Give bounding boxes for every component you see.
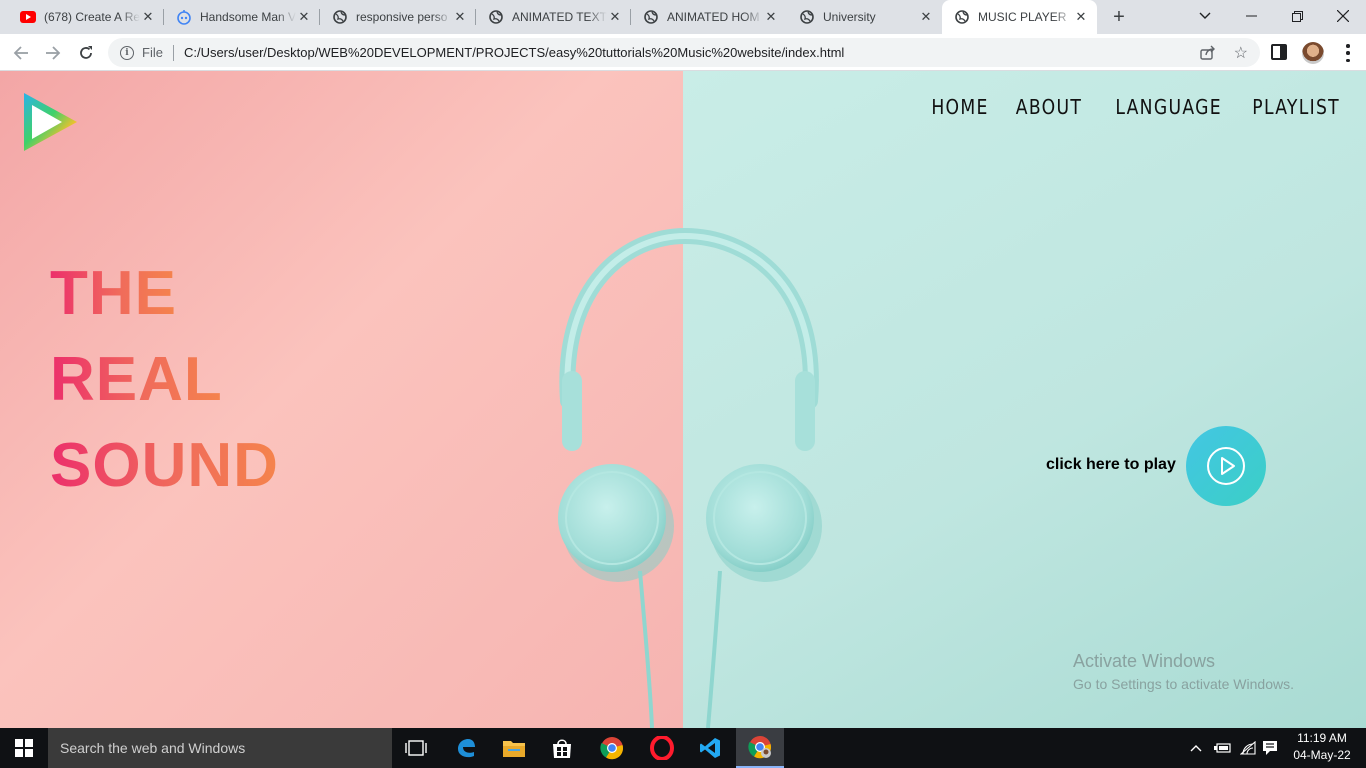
- globe-icon: [799, 9, 815, 25]
- tab-youtube[interactable]: (678) Create A Re ✕: [8, 0, 164, 34]
- battery-icon[interactable]: [1214, 728, 1232, 768]
- close-icon[interactable]: ✕: [607, 9, 623, 25]
- tab-title: University: [823, 10, 876, 24]
- start-button[interactable]: [0, 728, 48, 768]
- close-icon[interactable]: ✕: [1073, 9, 1089, 25]
- taskbar-search[interactable]: Search the web and Windows: [48, 728, 392, 768]
- menu-icon[interactable]: [1340, 44, 1356, 62]
- store-icon[interactable]: [538, 728, 586, 768]
- close-icon: [1337, 10, 1349, 22]
- back-button[interactable]: [8, 40, 34, 66]
- watermark-title: Activate Windows: [1073, 651, 1216, 671]
- tab-title: responsive perso: [356, 10, 448, 24]
- bookmark-star-icon[interactable]: ☆: [1234, 43, 1248, 63]
- close-icon[interactable]: ✕: [763, 9, 779, 25]
- tab-title: MUSIC PLAYER: [978, 10, 1067, 24]
- close-icon[interactable]: ✕: [452, 9, 468, 25]
- file-explorer-icon[interactable]: [490, 728, 538, 768]
- browser-toolbar: i File C:/Users/user/Desktop/WEB%20DEVEL…: [0, 34, 1366, 71]
- tab-strip: (678) Create A Re ✕ Handsome Man V ✕ res…: [0, 0, 1366, 34]
- hero-line-1: THE: [50, 251, 177, 337]
- tab-animated-text[interactable]: ANIMATED TEXT ✕: [476, 0, 631, 34]
- tab-handsome-man[interactable]: Handsome Man V ✕: [164, 0, 320, 34]
- play-circle-icon: [1207, 447, 1245, 485]
- side-panel-icon[interactable]: [1271, 44, 1287, 60]
- task-view-icon[interactable]: [392, 728, 440, 768]
- close-icon[interactable]: ✕: [140, 9, 156, 25]
- notification-icon[interactable]: [1262, 728, 1278, 768]
- tab-title: (678) Create A Re: [44, 10, 140, 24]
- windows-logo-icon: [15, 739, 33, 757]
- wifi-icon[interactable]: [1240, 728, 1256, 768]
- tab-responsive[interactable]: responsive perso ✕: [320, 0, 476, 34]
- tab-title: ANIMATED TEXT: [512, 10, 607, 24]
- share-icon[interactable]: [1200, 45, 1216, 63]
- globe-icon: [954, 9, 970, 25]
- nav-home[interactable]: HOME: [932, 95, 989, 119]
- url-text[interactable]: C:/Users/user/Desktop/WEB%20DEVELOPMENT/…: [184, 45, 844, 60]
- activate-windows-watermark: Activate Windows Go to Settings to activ…: [1073, 651, 1294, 692]
- address-bar[interactable]: i File C:/Users/user/Desktop/WEB%20DEVEL…: [108, 38, 1260, 67]
- vscode-icon[interactable]: [686, 728, 734, 768]
- windows-taskbar: Search the web and Windows 11:19 AM 04-M…: [0, 728, 1366, 768]
- avatar[interactable]: [1302, 42, 1324, 64]
- hero-line-2: REAL: [50, 337, 223, 423]
- hero-heading: THE REAL SOUND: [50, 251, 279, 509]
- divider: [172, 44, 174, 61]
- info-icon[interactable]: i: [120, 45, 134, 60]
- restore-icon: [1291, 10, 1303, 22]
- arrow-right-icon: [46, 46, 61, 60]
- clock-date: 04-May-22: [1293, 748, 1351, 762]
- minimize-icon: [1245, 15, 1257, 17]
- minimize-button[interactable]: [1228, 0, 1274, 32]
- play-label: click here to play: [1046, 456, 1176, 473]
- tray-chevron-icon[interactable]: [1190, 728, 1202, 768]
- chevron-down-icon: [1199, 12, 1211, 19]
- chrome-icon[interactable]: [588, 728, 636, 768]
- play-logo-icon[interactable]: [20, 91, 80, 158]
- tab-animated-home[interactable]: ANIMATED HOM ✕: [631, 0, 787, 34]
- chrome-profile-icon[interactable]: [736, 728, 784, 768]
- hero-line-3: SOUND: [50, 423, 279, 509]
- music-player-page: HOME ABOUT LANGUAGE PLAYLIST THE REAL SO…: [0, 71, 1366, 728]
- nav-about[interactable]: ABOUT: [1016, 95, 1082, 119]
- bot-icon: [176, 9, 192, 25]
- headphones-image: [558, 227, 822, 728]
- nav-language[interactable]: LANGUAGE: [1116, 95, 1223, 119]
- close-icon[interactable]: ✕: [918, 9, 934, 25]
- main-nav: HOME ABOUT LANGUAGE PLAYLIST: [922, 95, 1340, 119]
- opera-icon[interactable]: [638, 728, 686, 768]
- tab-university[interactable]: University ✕: [787, 0, 942, 34]
- nav-playlist[interactable]: PLAYLIST: [1252, 95, 1340, 119]
- arrow-left-icon: [13, 46, 28, 60]
- clock-time: 11:19 AM: [1297, 731, 1347, 745]
- youtube-icon: [20, 9, 36, 25]
- edge-icon[interactable]: [442, 728, 490, 768]
- tab-title: Handsome Man V: [200, 10, 296, 24]
- globe-icon: [643, 9, 659, 25]
- protocol-label: File: [142, 45, 163, 60]
- restore-button[interactable]: [1274, 0, 1320, 32]
- close-window-button[interactable]: [1320, 0, 1366, 32]
- reload-button[interactable]: [73, 40, 99, 66]
- globe-icon: [488, 9, 504, 25]
- new-tab-button[interactable]: +: [1108, 6, 1130, 28]
- tab-search-button[interactable]: [1182, 0, 1228, 32]
- globe-icon: [332, 9, 348, 25]
- close-icon[interactable]: ✕: [296, 9, 312, 25]
- forward-button[interactable]: [40, 40, 66, 66]
- tab-music-player[interactable]: MUSIC PLAYER ✕: [942, 0, 1097, 34]
- tab-title: ANIMATED HOM: [667, 10, 760, 24]
- watermark-subtitle: Go to Settings to activate Windows.: [1073, 676, 1294, 692]
- taskbar-clock[interactable]: 11:19 AM 04-May-22: [1290, 730, 1354, 764]
- play-button[interactable]: [1186, 426, 1266, 506]
- reload-icon: [80, 46, 92, 59]
